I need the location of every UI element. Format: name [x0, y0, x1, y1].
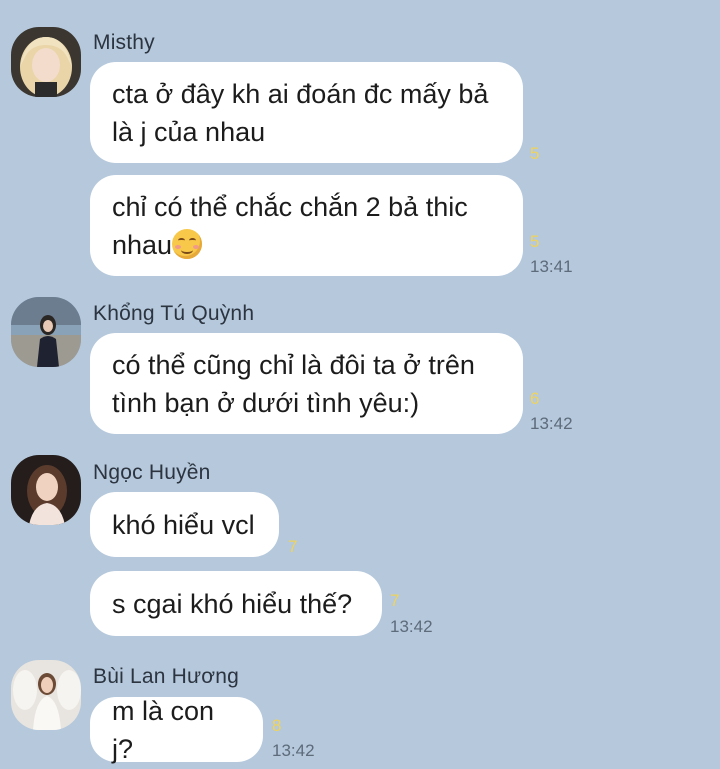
read-count: 5	[530, 232, 540, 251]
user-avatar-blonde-hair-icon	[11, 27, 81, 97]
sender-name: Ngọc Huyền	[93, 461, 211, 484]
user-avatar-white-dress-icon	[11, 660, 81, 730]
read-count: 5	[530, 144, 540, 163]
message-text: khó hiểu vcl	[112, 509, 255, 540]
avatar-misthy[interactable]	[11, 27, 81, 97]
message-bubble[interactable]: cta ở đây kh ai đoán đc mấy bả là j của …	[90, 62, 523, 163]
user-avatar-outdoor-photo-icon	[11, 297, 81, 367]
read-count: 7	[390, 591, 400, 610]
user-avatar-dark-hair-icon	[11, 455, 81, 525]
message-text: có thể cũng chỉ là đôi ta ở trên tình bạ…	[112, 349, 475, 418]
sender-name: Khổng Tú Quỳnh	[93, 302, 255, 325]
message-text: s cgai khó hiểu thế?	[112, 588, 353, 619]
timestamp: 13:42	[272, 741, 315, 760]
avatar-bui-lan-huong[interactable]	[11, 660, 81, 730]
message-bubble[interactable]: s cgai khó hiểu thế?	[90, 571, 382, 636]
message-bubble[interactable]: m là con j?	[90, 696, 263, 764]
smiling-face-icon	[172, 228, 203, 259]
sender-name: Bùi Lan Hương	[93, 665, 240, 688]
read-count: 6	[530, 389, 540, 408]
message-text: cta ở đây kh ai đoán đc mấy bả là j của …	[112, 78, 489, 147]
message-bubble[interactable]: chỉ có thể chắc chắn 2 bả thic nhau	[90, 175, 523, 276]
read-count: 7	[288, 537, 298, 556]
timestamp: 13:42	[530, 414, 573, 433]
avatar-ngoc-huyen[interactable]	[11, 455, 81, 525]
sender-name: Misthy	[93, 31, 155, 54]
message-bubble[interactable]: khó hiểu vcl	[90, 492, 279, 557]
read-count: 8	[272, 716, 282, 735]
timestamp: 13:41	[530, 257, 573, 276]
message-bubble[interactable]: có thể cũng chỉ là đôi ta ở trên tình bạ…	[90, 333, 523, 434]
avatar-khong-tu-quynh[interactable]	[11, 297, 81, 367]
message-text: m là con j?	[112, 695, 215, 764]
timestamp: 13:42	[390, 617, 433, 636]
message-text: chỉ có thể chắc chắn 2 bả thic nhau	[112, 191, 468, 260]
